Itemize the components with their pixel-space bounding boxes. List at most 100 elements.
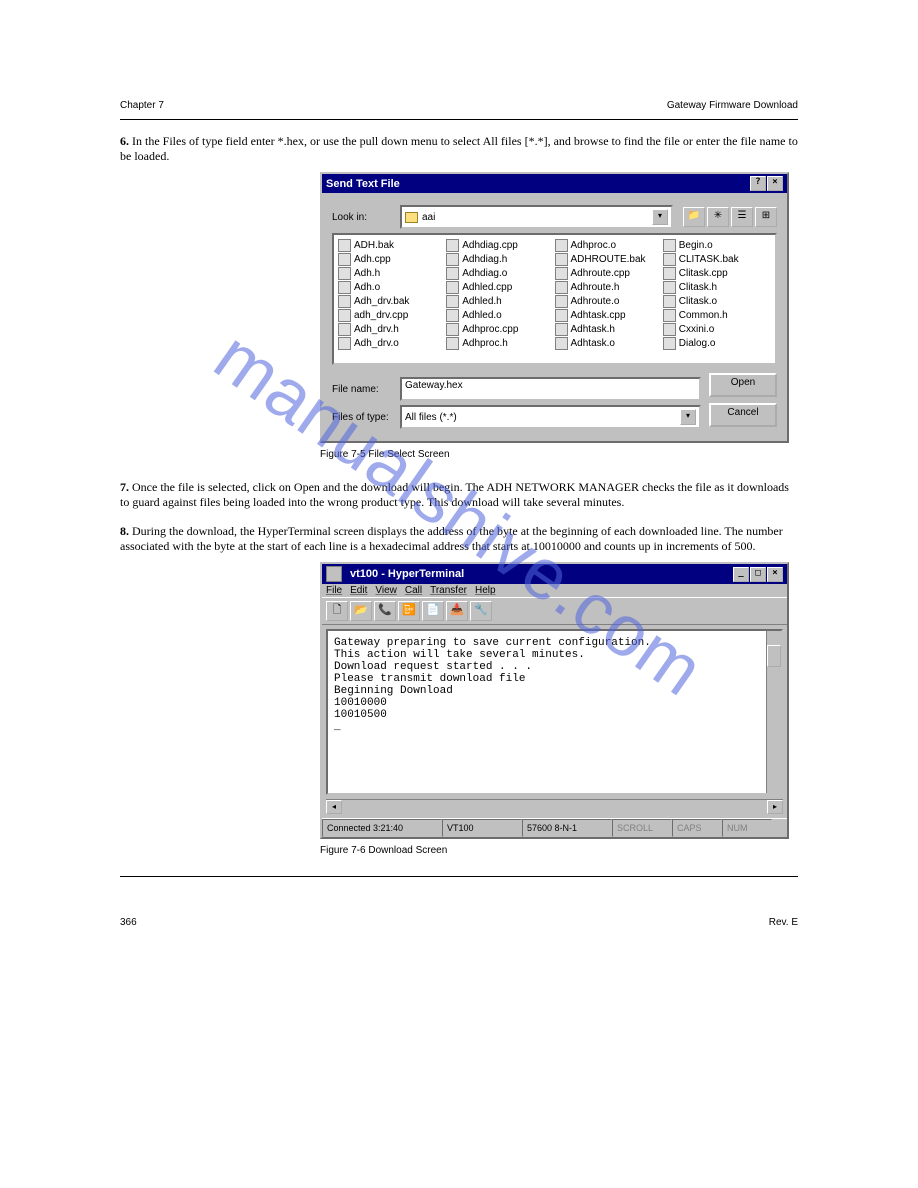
send-icon[interactable]: 📄 (422, 601, 444, 621)
chevron-down-icon[interactable]: ▾ (680, 409, 696, 425)
dialog-title: Send Text File (326, 178, 400, 190)
folder-icon (405, 212, 418, 223)
toolbar: 🗋 📂 📞 📴 📄 📥 🔧 (322, 597, 787, 625)
menu-call[interactable]: Call (405, 585, 422, 596)
file-item[interactable]: Begin.o (663, 239, 771, 252)
step-8: 8. During the download, the HyperTermina… (120, 524, 798, 554)
file-item[interactable]: Adh_drv.o (338, 337, 446, 350)
file-item[interactable]: Adhdiag.cpp (446, 239, 554, 252)
file-item[interactable]: Adh.cpp (338, 253, 446, 266)
file-item[interactable]: Adh.o (338, 281, 446, 294)
file-item[interactable]: Cxxini.o (663, 323, 771, 336)
file-item[interactable]: Adhroute.o (555, 295, 663, 308)
menu-transfer[interactable]: Transfer (430, 585, 467, 596)
status-terminal: VT100 (442, 819, 522, 837)
file-item[interactable]: Adh.h (338, 267, 446, 280)
figure-caption-1: Figure 7-5 File Select Screen (320, 449, 798, 460)
cancel-button[interactable]: Cancel (709, 403, 777, 427)
file-item[interactable]: Adhproc.cpp (446, 323, 554, 336)
open-icon[interactable]: 📂 (350, 601, 372, 621)
file-item[interactable]: adh_drv.cpp (338, 309, 446, 322)
chapter-number: Chapter 7 (120, 100, 164, 111)
file-item[interactable]: Adhled.h (446, 295, 554, 308)
file-item[interactable]: Adhproc.h (446, 337, 554, 350)
hyperterminal-window: vt100 - HyperTerminal _ □ × FileEditView… (320, 562, 789, 839)
file-item[interactable]: Adh_drv.bak (338, 295, 446, 308)
status-baud: 57600 8-N-1 (522, 819, 612, 837)
menubar[interactable]: File Edit View Call Transfer Help (322, 584, 787, 597)
connect-icon[interactable]: 📞 (374, 601, 396, 621)
file-icon (663, 267, 676, 280)
close-button[interactable]: × (767, 176, 783, 191)
receive-icon[interactable]: 📥 (446, 601, 468, 621)
file-item[interactable]: Adhled.cpp (446, 281, 554, 294)
file-item[interactable]: Adhtask.o (555, 337, 663, 350)
vertical-scrollbar[interactable] (766, 631, 781, 793)
details-view-button[interactable]: ⊞ (755, 207, 777, 227)
lookin-dropdown[interactable]: aai ▾ (400, 205, 673, 229)
file-icon (555, 323, 568, 336)
divider (120, 119, 798, 120)
file-item[interactable]: Clitask.h (663, 281, 771, 294)
new-icon[interactable]: 🗋 (326, 601, 348, 621)
file-item[interactable]: Clitask.cpp (663, 267, 771, 280)
file-item[interactable]: Common.h (663, 309, 771, 322)
file-icon (446, 323, 459, 336)
file-item[interactable]: Clitask.o (663, 295, 771, 308)
file-item[interactable]: Adhtask.cpp (555, 309, 663, 322)
maximize-button[interactable]: □ (750, 567, 766, 582)
chevron-down-icon[interactable]: ▾ (652, 209, 668, 225)
close-button[interactable]: × (767, 567, 783, 582)
terminal-line: Download request started . . . (334, 661, 759, 673)
terminal-line: 10010000 (334, 697, 759, 709)
properties-icon[interactable]: 🔧 (470, 601, 492, 621)
file-icon (663, 253, 676, 266)
file-item[interactable]: Adh_drv.h (338, 323, 446, 336)
help-button[interactable]: ? (750, 176, 766, 191)
file-item[interactable]: ADHROUTE.bak (555, 253, 663, 266)
file-list[interactable]: ADH.bakAdh.cppAdh.hAdh.oAdh_drv.bakadh_d… (332, 233, 777, 365)
file-item[interactable]: Adhdiag.o (446, 267, 554, 280)
file-item[interactable]: Adhroute.cpp (555, 267, 663, 280)
disconnect-icon[interactable]: 📴 (398, 601, 420, 621)
page-number: 366 (120, 917, 137, 928)
file-icon (446, 309, 459, 322)
file-icon (338, 281, 351, 294)
scroll-left-icon[interactable]: ◂ (326, 800, 342, 814)
status-scroll: SCROLL (612, 819, 672, 837)
send-text-file-dialog: Send Text File ? × Look in: aai ▾ 📁 ✳ ☰ … (320, 172, 789, 443)
up-folder-button[interactable]: 📁 (683, 207, 705, 227)
file-item[interactable]: Adhproc.o (555, 239, 663, 252)
terminal-output[interactable]: Gateway preparing to save current config… (326, 629, 783, 795)
file-icon (338, 309, 351, 322)
file-item[interactable]: Adhdiag.h (446, 253, 554, 266)
file-icon (446, 281, 459, 294)
status-bar: Connected 3:21:40 VT100 57600 8-N-1 SCRO… (322, 818, 787, 837)
file-item[interactable]: Dialog.o (663, 337, 771, 350)
menu-edit[interactable]: Edit (350, 585, 367, 596)
revision: Rev. E (769, 917, 798, 928)
file-item[interactable]: Adhtask.h (555, 323, 663, 336)
file-item[interactable]: Adhroute.h (555, 281, 663, 294)
titlebar: Send Text File ? × (322, 174, 787, 193)
list-view-button[interactable]: ☰ (731, 207, 753, 227)
new-folder-button[interactable]: ✳ (707, 207, 729, 227)
file-item[interactable]: ADH.bak (338, 239, 446, 252)
file-item[interactable]: Adhled.o (446, 309, 554, 322)
file-item[interactable]: CLITASK.bak (663, 253, 771, 266)
horizontal-scrollbar[interactable]: ◂ ▸ (326, 799, 783, 814)
open-button[interactable]: Open (709, 373, 777, 397)
step-6: 6. In the Files of type field enter *.he… (120, 134, 798, 164)
menu-view[interactable]: View (375, 585, 397, 596)
chapter-header: Chapter 7 Gateway Firmware Download (120, 100, 798, 111)
file-icon (663, 239, 676, 252)
status-num: NUM (722, 819, 772, 837)
terminal-line: _ (334, 721, 759, 733)
menu-file[interactable]: File (326, 585, 342, 596)
menu-help[interactable]: Help (475, 585, 496, 596)
filename-input[interactable]: Gateway.hex (400, 377, 701, 401)
filetype-dropdown[interactable]: All files (*.*) ▾ (400, 405, 701, 429)
minimize-button[interactable]: _ (733, 567, 749, 582)
file-icon (555, 295, 568, 308)
scroll-right-icon[interactable]: ▸ (767, 800, 783, 814)
